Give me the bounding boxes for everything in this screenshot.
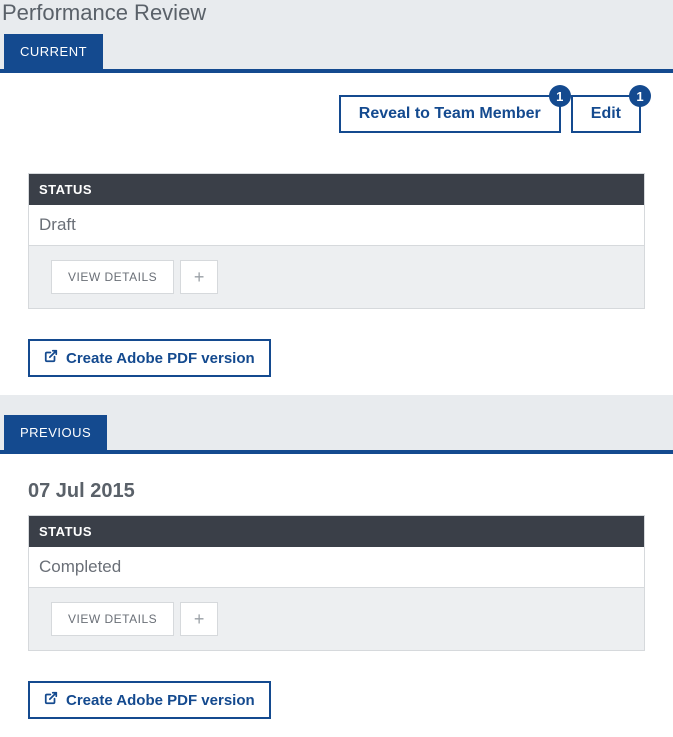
page-title: Performance Review [0,0,673,34]
create-pdf-button[interactable]: Create Adobe PDF version [28,339,271,377]
pdf-row-current: Create Adobe PDF version [0,309,673,395]
reveal-to-team-member-button[interactable]: Reveal to Team Member 1 [339,95,561,133]
status-value-current: Draft [29,205,644,246]
details-row-previous: VIEW DETAILS + [29,588,644,650]
status-value-previous: Completed [29,547,644,588]
edit-button[interactable]: Edit 1 [571,95,641,133]
tab-previous[interactable]: PREVIOUS [4,415,107,450]
external-link-icon [44,349,58,367]
expand-button[interactable]: + [180,260,218,294]
reveal-badge: 1 [549,85,571,107]
status-block-previous: STATUS Completed VIEW DETAILS + [28,515,645,651]
section-previous: 07 Jul 2015 STATUS Completed VIEW DETAIL… [0,454,673,737]
view-details-button[interactable]: VIEW DETAILS [51,602,174,636]
create-pdf-button[interactable]: Create Adobe PDF version [28,681,271,719]
external-link-icon [44,691,58,709]
create-pdf-label: Create Adobe PDF version [66,350,255,367]
edit-label: Edit [591,105,621,122]
details-row-current: VIEW DETAILS + [29,246,644,308]
tab-bar-previous: PREVIOUS [0,415,673,454]
status-block-current: STATUS Draft VIEW DETAILS + [28,173,645,309]
tab-bar-current: CURRENT [0,34,673,73]
status-header: STATUS [29,174,644,205]
tab-current[interactable]: CURRENT [4,34,103,69]
status-header: STATUS [29,516,644,547]
pdf-row-previous: Create Adobe PDF version [0,651,673,737]
previous-date-heading: 07 Jul 2015 [0,454,673,515]
view-details-button[interactable]: VIEW DETAILS [51,260,174,294]
actions-row: Reveal to Team Member 1 Edit 1 [0,73,673,151]
section-current: Reveal to Team Member 1 Edit 1 STATUS Dr… [0,73,673,395]
expand-button[interactable]: + [180,602,218,636]
section-divider [0,395,673,415]
create-pdf-label: Create Adobe PDF version [66,692,255,709]
reveal-label: Reveal to Team Member [359,105,541,122]
edit-badge: 1 [629,85,651,107]
